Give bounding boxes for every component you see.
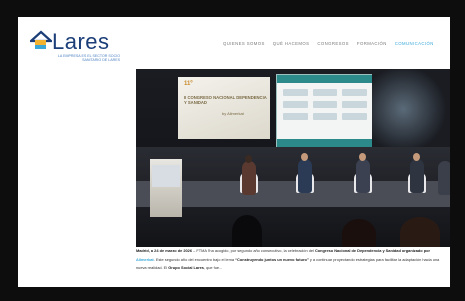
- stage-floor: [136, 181, 450, 207]
- nav-item-congresos[interactable]: CONGRESOS: [317, 41, 349, 51]
- sponsor-logo: [283, 113, 308, 120]
- article-lead: Madrid, a 24 de marzo de 2026: [136, 248, 193, 253]
- sponsor-logo: [312, 89, 338, 96]
- panelist: [356, 159, 370, 193]
- sponsor-logo: [312, 101, 338, 108]
- panelist: [438, 161, 450, 195]
- main-nav: QUIENES SOMOS QUÉ HACEMOS CONGRESOS FORM…: [223, 41, 434, 51]
- stage-screen-right: [276, 74, 374, 148]
- brand-tagline: LA EMPRESA ES EL SECTOR SOCIO SANITARIO …: [57, 54, 120, 62]
- audience-member: [342, 219, 376, 247]
- nav-item-comunicacion[interactable]: COMUNICACIÓN: [395, 41, 434, 51]
- screen-footer-bar: [277, 139, 373, 147]
- panelist-head: [359, 153, 366, 161]
- audience-member: [400, 217, 440, 247]
- nav-item-formacion[interactable]: FORMACIÓN: [357, 41, 387, 51]
- article-body-1: – FTMA l'ha acogido, por segundo año con…: [193, 248, 314, 253]
- panelist-head: [413, 153, 420, 161]
- panelist: [410, 159, 424, 193]
- sponsor-logo: [342, 113, 367, 120]
- screen-title: II CONGRESO NACIONAL DEPENDENCIA Y SANID…: [184, 95, 267, 105]
- house-logo-icon: [30, 30, 52, 49]
- panelist: [298, 159, 312, 193]
- nav-item-quienes-somos[interactable]: QUIENES SOMOS: [223, 41, 265, 51]
- article-body-2: . Este segundo año del encuentro bajo el…: [153, 256, 234, 262]
- sponsor-logo: [283, 89, 308, 96]
- lares-logo[interactable]: Lares LA EMPRESA ES EL SECTOR SOCIO SANI…: [30, 29, 120, 63]
- conference-photo: 11º II CONGRESO NACIONAL DEPENDENCIA Y S…: [136, 69, 450, 247]
- audience-member: [232, 215, 262, 247]
- panelist: [242, 161, 256, 195]
- sponsor-logo: [342, 89, 367, 96]
- article-theme: “Construyendo juntos un nuevo futuro”: [235, 256, 309, 262]
- sponsor-logo: [342, 101, 367, 108]
- nav-item-que-hacemos[interactable]: QUÉ HACEMOS: [273, 41, 310, 51]
- lectern-screen: [152, 165, 180, 187]
- site-header: Lares LA EMPRESA ES EL SECTOR SOCIO SANI…: [18, 17, 450, 69]
- article-group: Grupo Social Lares: [168, 265, 204, 270]
- sponsor-logos: [283, 89, 367, 120]
- article-event: Congreso Nacional de Dependencia y Sanid…: [314, 248, 430, 253]
- screen-header-bar: [277, 75, 373, 83]
- web-page: Lares LA EMPRESA ES EL SECTOR SOCIO SANI…: [18, 17, 450, 287]
- article-body-4: , que fue...: [203, 265, 223, 270]
- lectern: [150, 159, 182, 217]
- sponsor-logo: [312, 113, 338, 120]
- panelist-head: [245, 155, 252, 163]
- stage-screen-left: 11º II CONGRESO NACIONAL DEPENDENCIA Y S…: [178, 77, 270, 139]
- panelist-head: [301, 153, 308, 161]
- screen-number: 11º: [184, 81, 193, 87]
- screen-sponsor: by Alimerkat: [222, 111, 244, 116]
- article-text: Madrid, a 24 de marzo de 2026 – FTMA l'h…: [136, 247, 448, 287]
- brand-name: Lares: [52, 29, 110, 54]
- stage-lights: [372, 69, 450, 149]
- sponsor-logo: [283, 101, 308, 108]
- article-sponsor-link[interactable]: Alimerkat: [136, 257, 154, 262]
